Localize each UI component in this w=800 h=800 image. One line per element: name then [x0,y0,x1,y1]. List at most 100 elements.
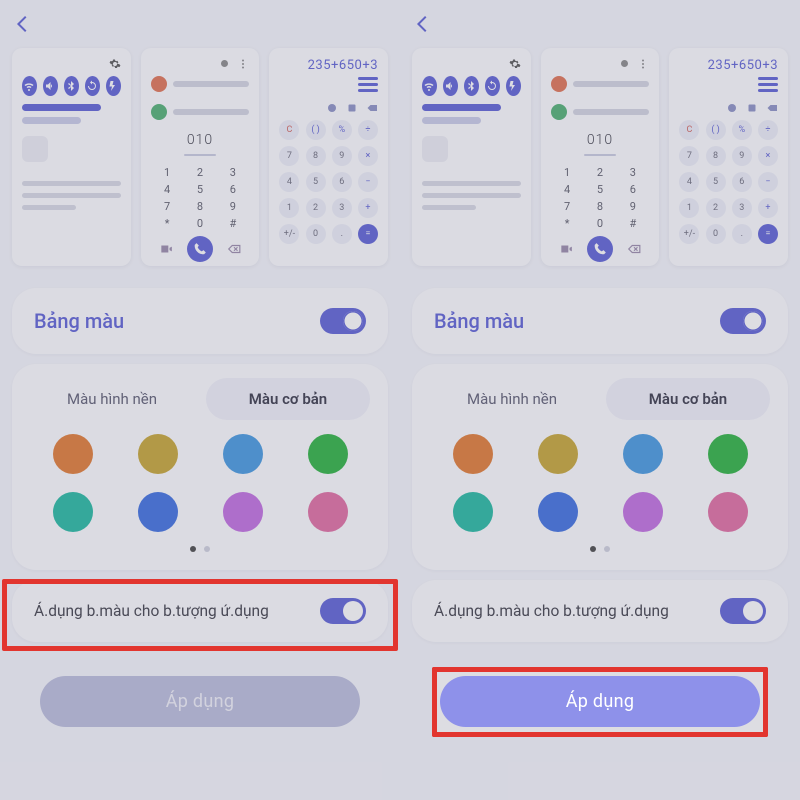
left-pane: 010 123456789*0# 235+650+3 C( )%÷789×456… [0,0,400,800]
preview-quicksettings[interactable] [12,48,131,266]
calc-key: 0 [706,224,726,244]
tab-basic-color[interactable]: Màu cơ bản [206,378,370,420]
preview-calculator[interactable]: 235+650+3 C( )%÷789×456−123++/-0.= [269,48,388,266]
calc-key: × [358,146,378,166]
palette-picker-card: Màu hình nền Màu cơ bản [412,364,788,570]
dial-key: 0 [589,217,611,230]
color-swatch[interactable] [538,492,578,532]
dial-key: 3 [222,166,244,179]
color-swatch[interactable] [623,492,663,532]
color-swatch[interactable] [138,434,178,474]
calc-key: 7 [679,146,699,166]
color-swatch[interactable] [623,434,663,474]
backspace-icon [225,240,243,258]
tab-basic-color[interactable]: Màu cơ bản [606,378,770,420]
right-pane: 010 123456789*0# 235+650+3 C( )%÷789×456… [400,0,800,800]
dialpad: 123456789*0# [551,166,650,230]
calc-expression: 235+650+3 [679,58,778,73]
color-swatch[interactable] [708,434,748,474]
palette-tabs: Màu hình nền Màu cơ bản [30,378,370,420]
apply-icons-toggle[interactable] [320,598,366,624]
calc-key: % [732,120,752,140]
calc-grid: C( )%÷789×456−123++/-0.= [679,120,778,244]
calc-key: 3 [732,198,752,218]
calc-key: − [358,172,378,192]
calc-key: ( ) [706,120,726,140]
calc-toolbar [279,102,378,114]
calc-key: . [332,224,352,244]
apply-icons-toggle[interactable] [720,598,766,624]
brightness-slider [22,104,101,111]
palette-toggle[interactable] [720,308,766,334]
wifi-icon [422,76,437,96]
tab-wallpaper-color[interactable]: Màu hình nền [30,378,194,420]
dial-key: # [222,217,244,230]
dial-key: 9 [622,200,644,213]
dial-key: 1 [556,166,578,179]
color-swatch[interactable] [453,434,493,474]
color-swatch[interactable] [53,492,93,532]
back-icon[interactable] [12,13,34,35]
color-swatch[interactable] [223,434,263,474]
preview-phone[interactable]: 010 123456789*0# [141,48,260,266]
color-swatch[interactable] [53,434,93,474]
calc-expression: 235+650+3 [279,58,378,73]
palette-toggle[interactable] [320,308,366,334]
dial-key: 4 [156,183,178,196]
calc-key: ÷ [758,120,778,140]
dial-key: 6 [222,183,244,196]
color-swatch[interactable] [708,492,748,532]
calc-key: C [279,120,299,140]
calc-key: 6 [732,172,752,192]
back-icon[interactable] [412,13,434,35]
bluetooth-icon [64,76,79,96]
calc-key: 2 [306,198,326,218]
color-swatch[interactable] [453,492,493,532]
sound-icon [43,76,58,96]
dial-key: 2 [189,166,211,179]
calc-key: 5 [306,172,326,192]
color-swatch[interactable] [308,492,348,532]
color-swatch[interactable] [223,492,263,532]
calc-key: = [358,224,378,244]
theme-previews: 010 123456789*0# 235+650+3 C( )%÷789×456… [400,48,800,278]
calc-key: 1 [679,198,699,218]
apply-button[interactable]: Áp dụng [440,676,760,727]
apply-button[interactable]: Áp dụng [40,676,360,727]
preview-quicksettings[interactable] [412,48,531,266]
dial-key: 6 [622,183,644,196]
preview-phone-top-icons [151,58,250,70]
color-swatch[interactable] [538,434,578,474]
flash-icon [106,76,121,96]
calc-key: ÷ [358,120,378,140]
dial-key: 2 [589,166,611,179]
dial-key: * [556,217,578,230]
calc-key: + [358,198,378,218]
color-swatch[interactable] [308,434,348,474]
apply-palette-to-icons-row: Á.dụng b.màu cho b.tượng ứ.dụng [12,580,388,642]
calc-key: +/- [679,224,699,244]
color-swatch[interactable] [138,492,178,532]
wifi-icon [22,76,37,96]
backspace-icon [625,240,643,258]
preview-calculator[interactable]: 235+650+3 C( )%÷789×456−123++/-0.= [669,48,788,266]
calc-grid: C( )%÷789×456−123++/-0.= [279,120,378,244]
palette-picker-card: Màu hình nền Màu cơ bản [12,364,388,570]
flash-icon [506,76,521,96]
calc-key: 5 [706,172,726,192]
dial-key: 7 [556,200,578,213]
tab-wallpaper-color[interactable]: Màu hình nền [430,378,594,420]
dial-key: 5 [189,183,211,196]
preview-phone[interactable]: 010 123456789*0# [541,48,660,266]
dial-key: 7 [156,200,178,213]
dial-key: # [622,217,644,230]
gear-icon [22,58,121,70]
calc-key: +/- [279,224,299,244]
call-button-icon [587,236,613,262]
calc-key: . [732,224,752,244]
calc-key: − [758,172,778,192]
calc-key: = [758,224,778,244]
color-swatches [30,434,370,532]
calc-key: 2 [706,198,726,218]
rotate-icon [485,76,500,96]
